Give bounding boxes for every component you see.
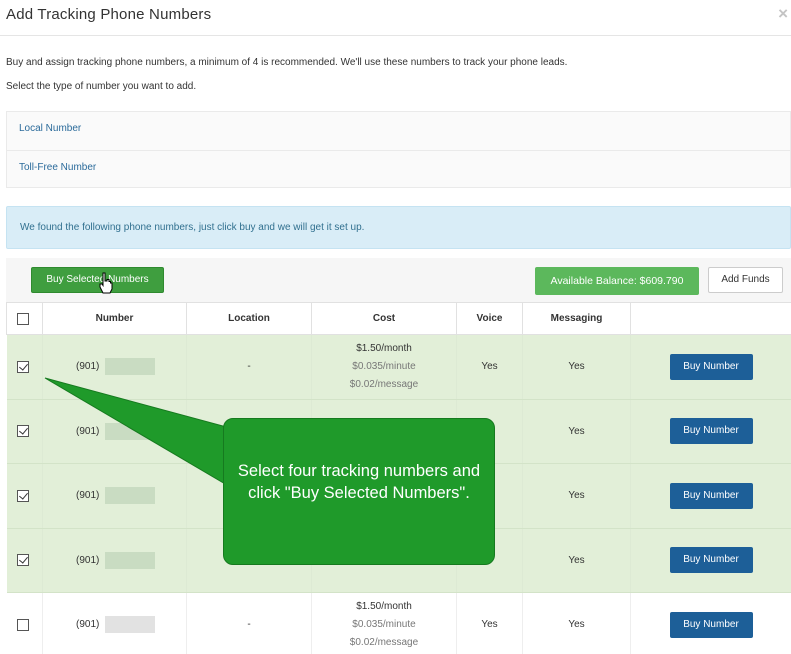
table-row: (901) L $1.50/month Yes Buy Number [6,399,791,464]
phone-number: (901) [76,425,103,437]
add-funds-button[interactable]: Add Funds [708,267,783,293]
row-checkbox[interactable] [16,554,29,567]
buy-number-button[interactable]: Buy Number [669,547,753,574]
select-all-cell [6,302,43,335]
voice-cell [456,399,523,464]
local-number-option[interactable]: Local Number [7,112,790,150]
row-select-cell [6,399,43,464]
cost-per-message: $0.02/message [349,636,419,648]
cost-per-message: $0.02/message [349,378,419,390]
redacted-number-block [105,487,156,505]
voice-cell [456,463,523,529]
cost-monthly: $1.50/month [356,600,412,612]
action-cell: Buy Number [630,334,791,400]
cost-cell: $1.50/month $0.035/minute $0.02/message [311,334,457,400]
header-messaging: Messaging [522,302,631,335]
row-checkbox[interactable] [16,360,29,373]
number-cell: (901) [42,463,187,529]
redacted-number-block [105,422,156,440]
dialog-header: Add Tracking Phone Numbers × [0,0,791,36]
cost-per-minute: $0.035/minute [352,618,416,630]
location-cell: - [186,592,312,654]
redacted-number-block [105,551,156,569]
toll-free-number-option[interactable]: Toll-Free Number [7,150,790,188]
location-cell: - [186,334,312,400]
header-action [630,302,791,335]
table-row: (901) Yes Buy Number [6,463,791,529]
buy-number-button[interactable]: Buy Number [669,353,753,380]
row-checkbox[interactable] [16,425,29,438]
intro-text: Buy and assign tracking phone numbers, a… [6,57,568,68]
phone-number: (901) [76,619,103,631]
cost-per-minute: $0.035/minute [352,360,416,372]
available-balance-badge: Available Balance: $609.790 [535,267,699,295]
row-checkbox[interactable] [16,618,29,631]
buy-number-button[interactable]: Buy Number [669,482,753,509]
row-select-cell [6,334,43,400]
messaging-cell: Yes [522,528,631,593]
cost-cell: $1.50/month $0.035/minute $0.02/message [311,592,457,654]
results-toolbar: Buy Selected Numbers Available Balance: … [6,258,791,302]
location-cell: L [186,399,312,464]
buy-selected-numbers-button[interactable]: Buy Selected Numbers [31,267,164,293]
number-cell: (901) [42,528,187,593]
row-checkbox[interactable] [16,489,29,502]
redacted-number-block [105,358,156,376]
table-row: (901) - $1.50/month $0.035/minute $0.02/mes… [6,334,791,400]
cost-monthly: $1.50/month [356,425,412,437]
row-select-cell [6,528,43,593]
close-icon[interactable]: × [778,4,788,24]
buy-number-button[interactable]: Buy Number [669,611,753,638]
cost-per-message: $0.02/message [349,554,419,566]
header-number: Number [42,302,187,335]
action-cell: Buy Number [630,463,791,529]
messaging-cell: Yes [522,463,631,529]
header-cost: Cost [311,302,457,335]
header-voice: Voice [456,302,523,335]
messaging-cell: Yes [522,334,631,400]
voice-cell: Yes [456,592,523,654]
voice-cell: Yes [456,334,523,400]
action-cell: Buy Number [630,592,791,654]
table-row: (901) $0.02/message Yes Buy Number [6,528,791,593]
select-type-text: Select the type of number you want to ad… [6,81,197,92]
select-all-checkbox[interactable] [17,312,29,325]
phone-number: (901) [76,361,103,373]
number-type-list: Local Number Toll-Free Number [6,111,791,188]
action-cell: Buy Number [630,528,791,593]
number-cell: (901) [42,592,187,654]
location-cell [186,463,312,529]
number-cell: (901) [42,334,187,400]
action-cell: Buy Number [630,399,791,464]
header-location: Location [186,302,312,335]
messaging-cell: Yes [522,592,631,654]
table-row: (901) - $1.50/month $0.035/minute $0.02/mes… [6,592,791,654]
cost-monthly: $1.50/month [356,342,412,354]
buy-number-button[interactable]: Buy Number [669,418,753,445]
voice-cell [456,528,523,593]
info-alert: We found the following phone numbers, ju… [6,206,791,249]
messaging-cell: Yes [522,399,631,464]
row-select-cell [6,592,43,654]
cost-cell [311,463,457,529]
number-cell: (901) [42,399,187,464]
cost-cell: $1.50/month [311,399,457,464]
redacted-number-block [105,616,156,634]
phone-numbers-table: Number Location Cost Voice Messaging (90… [6,302,791,654]
dialog-title: Add Tracking Phone Numbers [6,6,212,23]
phone-number: (901) [76,490,103,502]
cost-cell: $0.02/message [311,528,457,593]
phone-number: (901) [76,554,103,566]
table-header-row: Number Location Cost Voice Messaging [6,302,791,335]
location-cell [186,528,312,593]
row-select-cell [6,463,43,529]
